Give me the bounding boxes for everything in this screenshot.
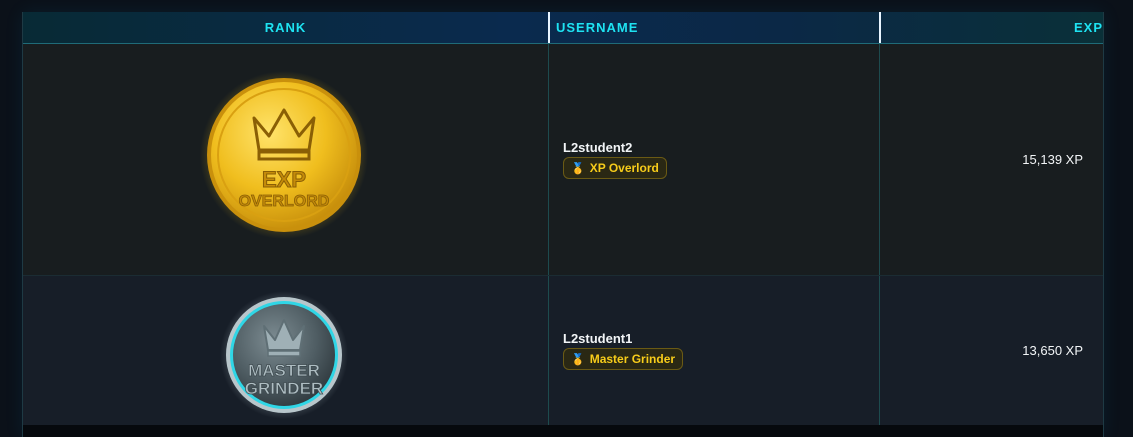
leaderboard-table: RANK USERNAME EXP EXP OVERLORD MASTER GR…: [22, 12, 1104, 437]
header-username: USERNAME: [556, 20, 639, 35]
header-divider: [879, 12, 881, 43]
header-exp: EXP: [1073, 20, 1103, 35]
medal-line2: OVERLORD: [239, 193, 330, 210]
header-rank: RANK: [264, 20, 307, 35]
column-divider: [879, 44, 880, 425]
exp-value: 15,139 XP: [1022, 152, 1083, 167]
username: L2student2: [563, 140, 633, 155]
master-grinder-medal: MASTER GRINDER: [220, 291, 348, 419]
medal-icon: 🥇: [571, 354, 585, 366]
header-divider: [548, 12, 550, 43]
medal-icon: 🥇: [571, 163, 585, 175]
medal-line2: GRINDER: [245, 379, 323, 398]
medal-line1: MASTER: [248, 361, 320, 380]
row-divider: [23, 275, 1103, 276]
medal-line1: EXP: [262, 167, 306, 192]
title-badge: 🥇 XP Overlord: [563, 157, 667, 179]
column-divider: [548, 44, 549, 425]
title-badge: 🥇 Master Grinder: [563, 348, 684, 370]
badge-label: Master Grinder: [589, 352, 676, 366]
table-header: RANK USERNAME EXP: [23, 12, 1103, 44]
exp-value: 13,650 XP: [1022, 343, 1083, 358]
badge-label: XP Overlord: [589, 161, 659, 175]
exp-overlord-medal: EXP OVERLORD: [200, 71, 368, 239]
username: L2student1: [563, 331, 633, 346]
table-footer: [23, 425, 1103, 437]
